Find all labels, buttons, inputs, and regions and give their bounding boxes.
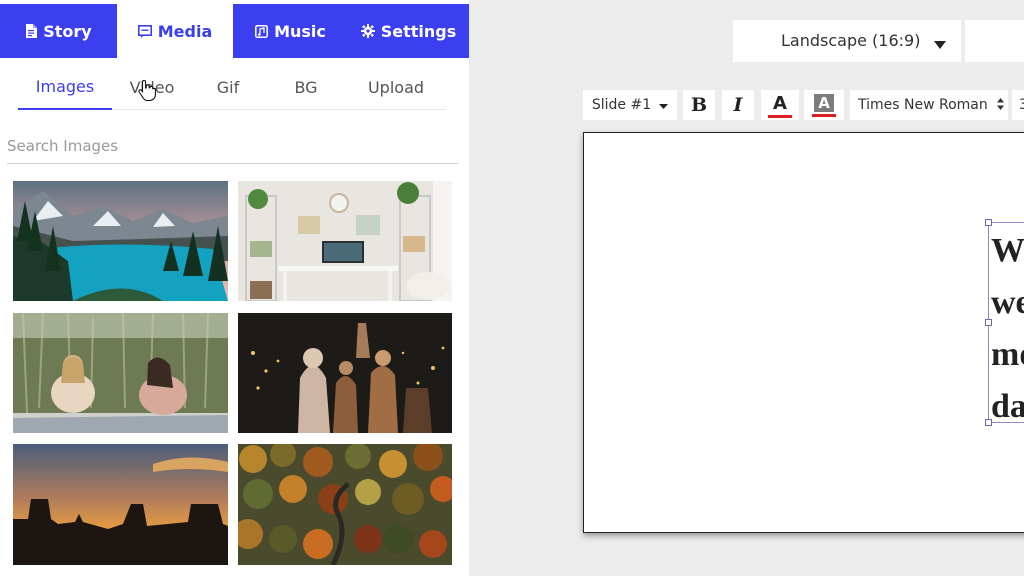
tab-media-label: Media xyxy=(157,21,213,41)
text-box-content: Wwe mo da xyxy=(991,225,1024,433)
tab-story[interactable]: Story xyxy=(0,4,117,58)
image-thumbnail-mountain-lake[interactable] xyxy=(13,181,228,301)
subtab-gif[interactable]: Gif xyxy=(192,64,264,110)
text-line: we xyxy=(991,284,1024,321)
text-color-button[interactable]: A xyxy=(761,90,799,120)
main-tabs: Story Media Music Settings xyxy=(0,4,469,58)
left-panel: Story Media Music Settings Images Video … xyxy=(0,0,469,576)
text-box[interactable]: Wwe mo da xyxy=(985,219,1024,426)
text-color-icon: A xyxy=(773,92,787,114)
tab-settings[interactable]: Settings xyxy=(348,4,469,58)
background-color-swatch xyxy=(812,113,836,117)
document-icon xyxy=(25,24,38,38)
up-down-arrows-icon xyxy=(997,98,1004,114)
media-sub-tabs: Images Video Gif BG Upload xyxy=(18,64,446,110)
slide-canvas[interactable] xyxy=(583,132,1024,533)
background-color-icon: A xyxy=(814,93,834,112)
subtab-bg[interactable]: BG xyxy=(264,64,348,110)
text-line: da xyxy=(991,388,1024,425)
font-size-select[interactable]: 3 xyxy=(1012,90,1024,120)
search-input[interactable] xyxy=(7,128,458,164)
caret-down-icon xyxy=(934,34,946,53)
bold-button[interactable]: B xyxy=(683,90,715,120)
music-icon xyxy=(255,24,269,38)
text-line: mo xyxy=(991,336,1024,373)
subtab-images[interactable]: Images xyxy=(18,64,112,110)
tab-story-label: Story xyxy=(43,21,92,41)
slide-select[interactable]: Slide #1 xyxy=(583,90,677,120)
font-family-value: Times New Roman xyxy=(858,97,988,113)
image-thumbnail-desk-setup[interactable] xyxy=(238,181,452,301)
image-thumbnail-nativity-figures[interactable] xyxy=(238,313,452,433)
tab-music-label: Music xyxy=(274,21,326,41)
text-line: W xyxy=(991,232,1024,269)
secondary-select[interactable] xyxy=(965,20,1024,62)
subtab-upload[interactable]: Upload xyxy=(348,64,444,110)
text-color-swatch xyxy=(768,114,792,118)
image-thumbnail-two-women[interactable] xyxy=(13,313,228,433)
caret-down-icon xyxy=(659,97,669,113)
italic-button[interactable]: I xyxy=(722,90,754,120)
image-thumbnail-desert-sunset[interactable] xyxy=(13,444,228,565)
image-icon xyxy=(137,24,152,38)
background-color-button[interactable]: A xyxy=(804,90,844,120)
tab-settings-label: Settings xyxy=(380,21,457,41)
font-family-select[interactable]: Times New Roman xyxy=(850,90,1008,120)
image-thumbnail-autumn-forest[interactable] xyxy=(238,444,452,565)
font-size-value: 3 xyxy=(1019,97,1024,113)
gear-icon xyxy=(360,24,375,38)
orientation-select[interactable]: Landscape (16:9) xyxy=(733,20,961,62)
hand-cursor-icon xyxy=(138,79,156,102)
tab-media[interactable]: Media xyxy=(117,4,233,58)
tab-music[interactable]: Music xyxy=(233,4,348,58)
orientation-value: Landscape (16:9) xyxy=(781,31,921,50)
slide-select-value: Slide #1 xyxy=(591,97,652,113)
